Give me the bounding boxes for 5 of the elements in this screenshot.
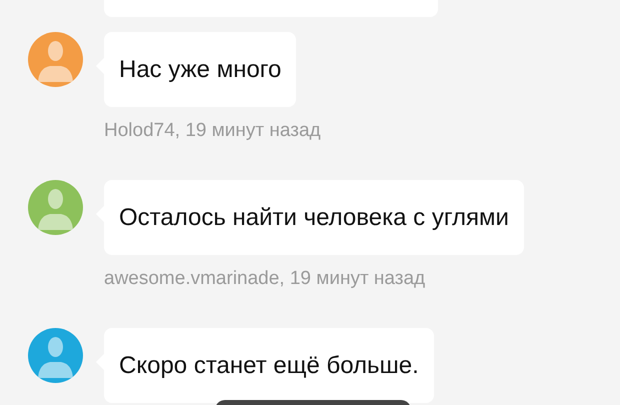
- message-text: Скоро станет ещё больше.: [119, 350, 419, 380]
- message-text: Нас уже много: [119, 54, 282, 84]
- message-text: Осталось найти человека с углями: [119, 202, 509, 232]
- message-meta: awesome.vmarinade, 19 минут назад: [104, 267, 426, 291]
- message-meta: Holod74, 19 минут назад: [104, 119, 321, 143]
